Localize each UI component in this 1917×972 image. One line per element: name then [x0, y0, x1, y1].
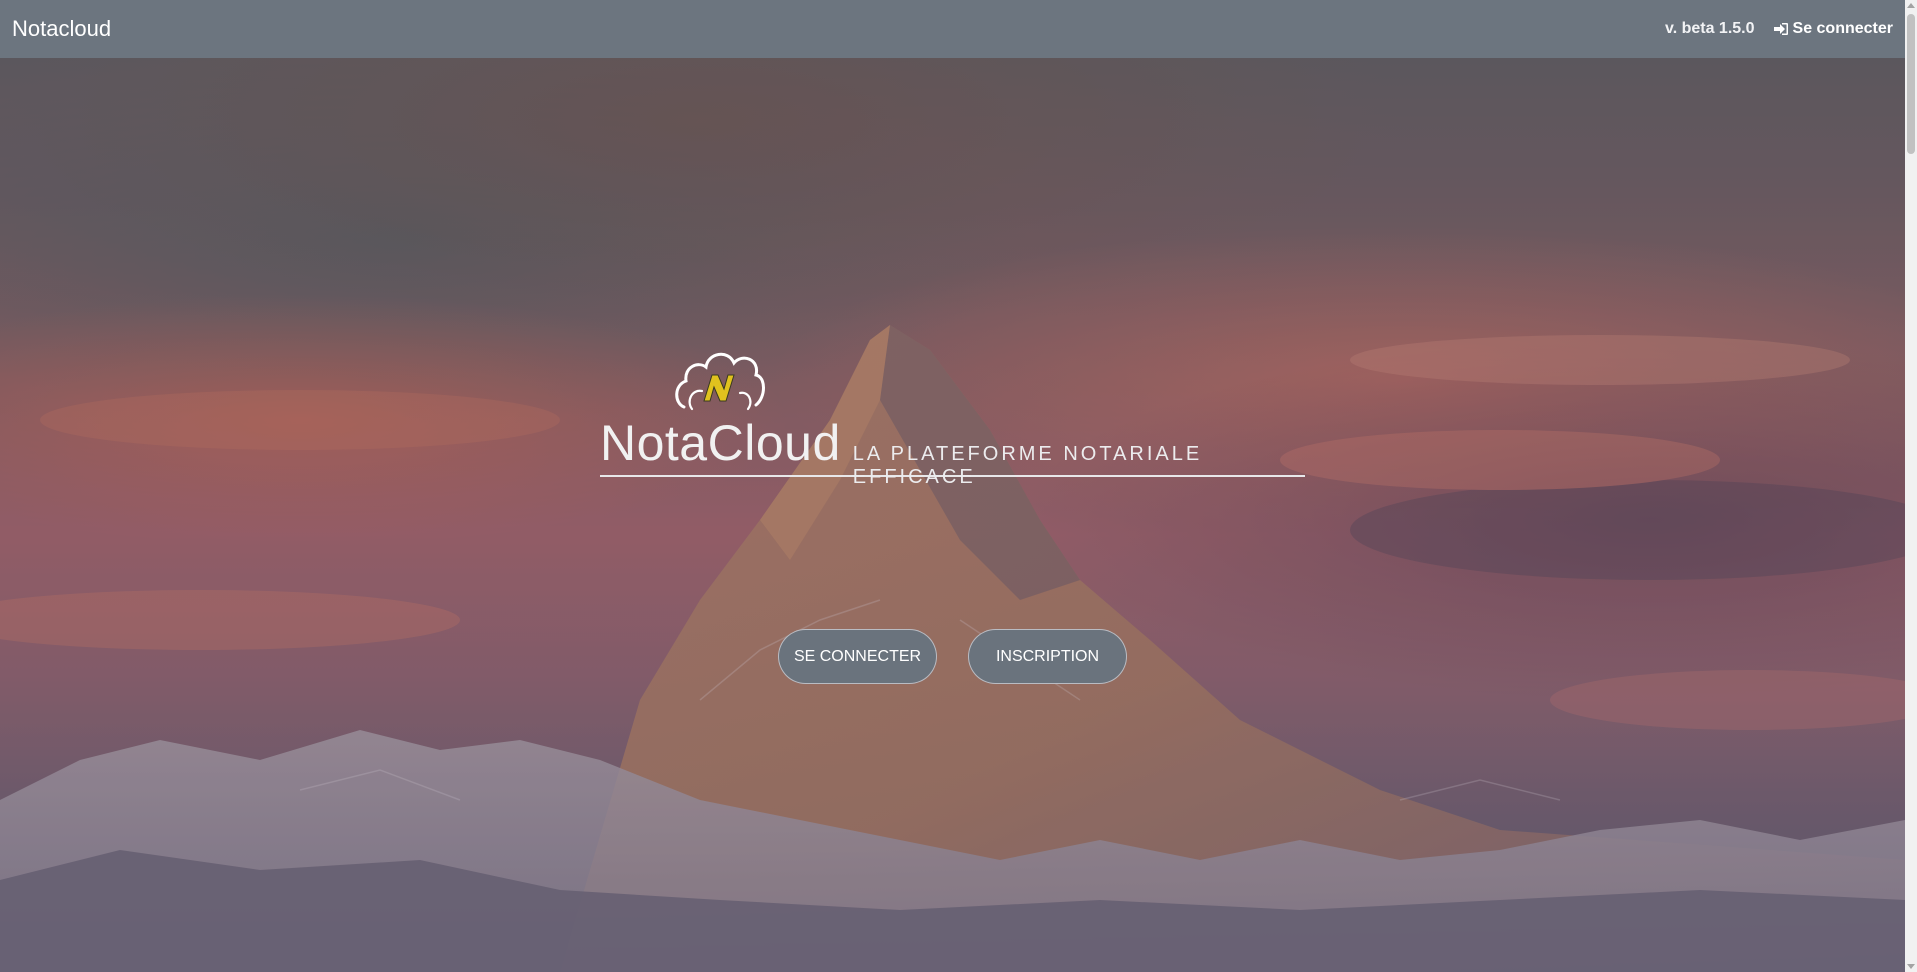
- hero-title-row: NotaCloud LA PLATEFORME NOTARIALE EFFICA…: [600, 415, 1305, 488]
- brand-link[interactable]: Notacloud: [12, 16, 111, 42]
- hero-signup-button[interactable]: INSCRIPTION: [968, 629, 1127, 684]
- navbar-login-label: Se connecter: [1792, 20, 1893, 37]
- cloud-lightning-logo-icon: [675, 352, 765, 411]
- scrollbar-thumb[interactable]: [1907, 14, 1915, 154]
- hero-logo-block: NotaCloud LA PLATEFORME NOTARIALE EFFICA…: [600, 345, 1305, 488]
- hero-tagline: LA PLATEFORME NOTARIALE EFFICACE: [852, 443, 1203, 488]
- scroll-down-arrow-icon[interactable]: [1907, 964, 1915, 969]
- top-navbar: Notacloud v. beta 1.5.0 Se connecter: [0, 0, 1905, 58]
- page-scrollbar[interactable]: [1905, 0, 1917, 972]
- version-label: v. beta 1.5.0: [1664, 20, 1755, 37]
- navbar-right: v. beta 1.5.0 Se connecter: [1665, 20, 1893, 38]
- scroll-up-arrow-icon[interactable]: [1907, 3, 1915, 8]
- sign-in-icon: [1773, 23, 1788, 35]
- hero-login-button[interactable]: SE CONNECTER: [778, 629, 937, 684]
- navbar-login-link[interactable]: Se connecter: [1773, 20, 1893, 38]
- landing-page: Notacloud v. beta 1.5.0 Se connecter Not…: [0, 0, 1917, 972]
- hero-title: NotaCloud: [600, 415, 841, 471]
